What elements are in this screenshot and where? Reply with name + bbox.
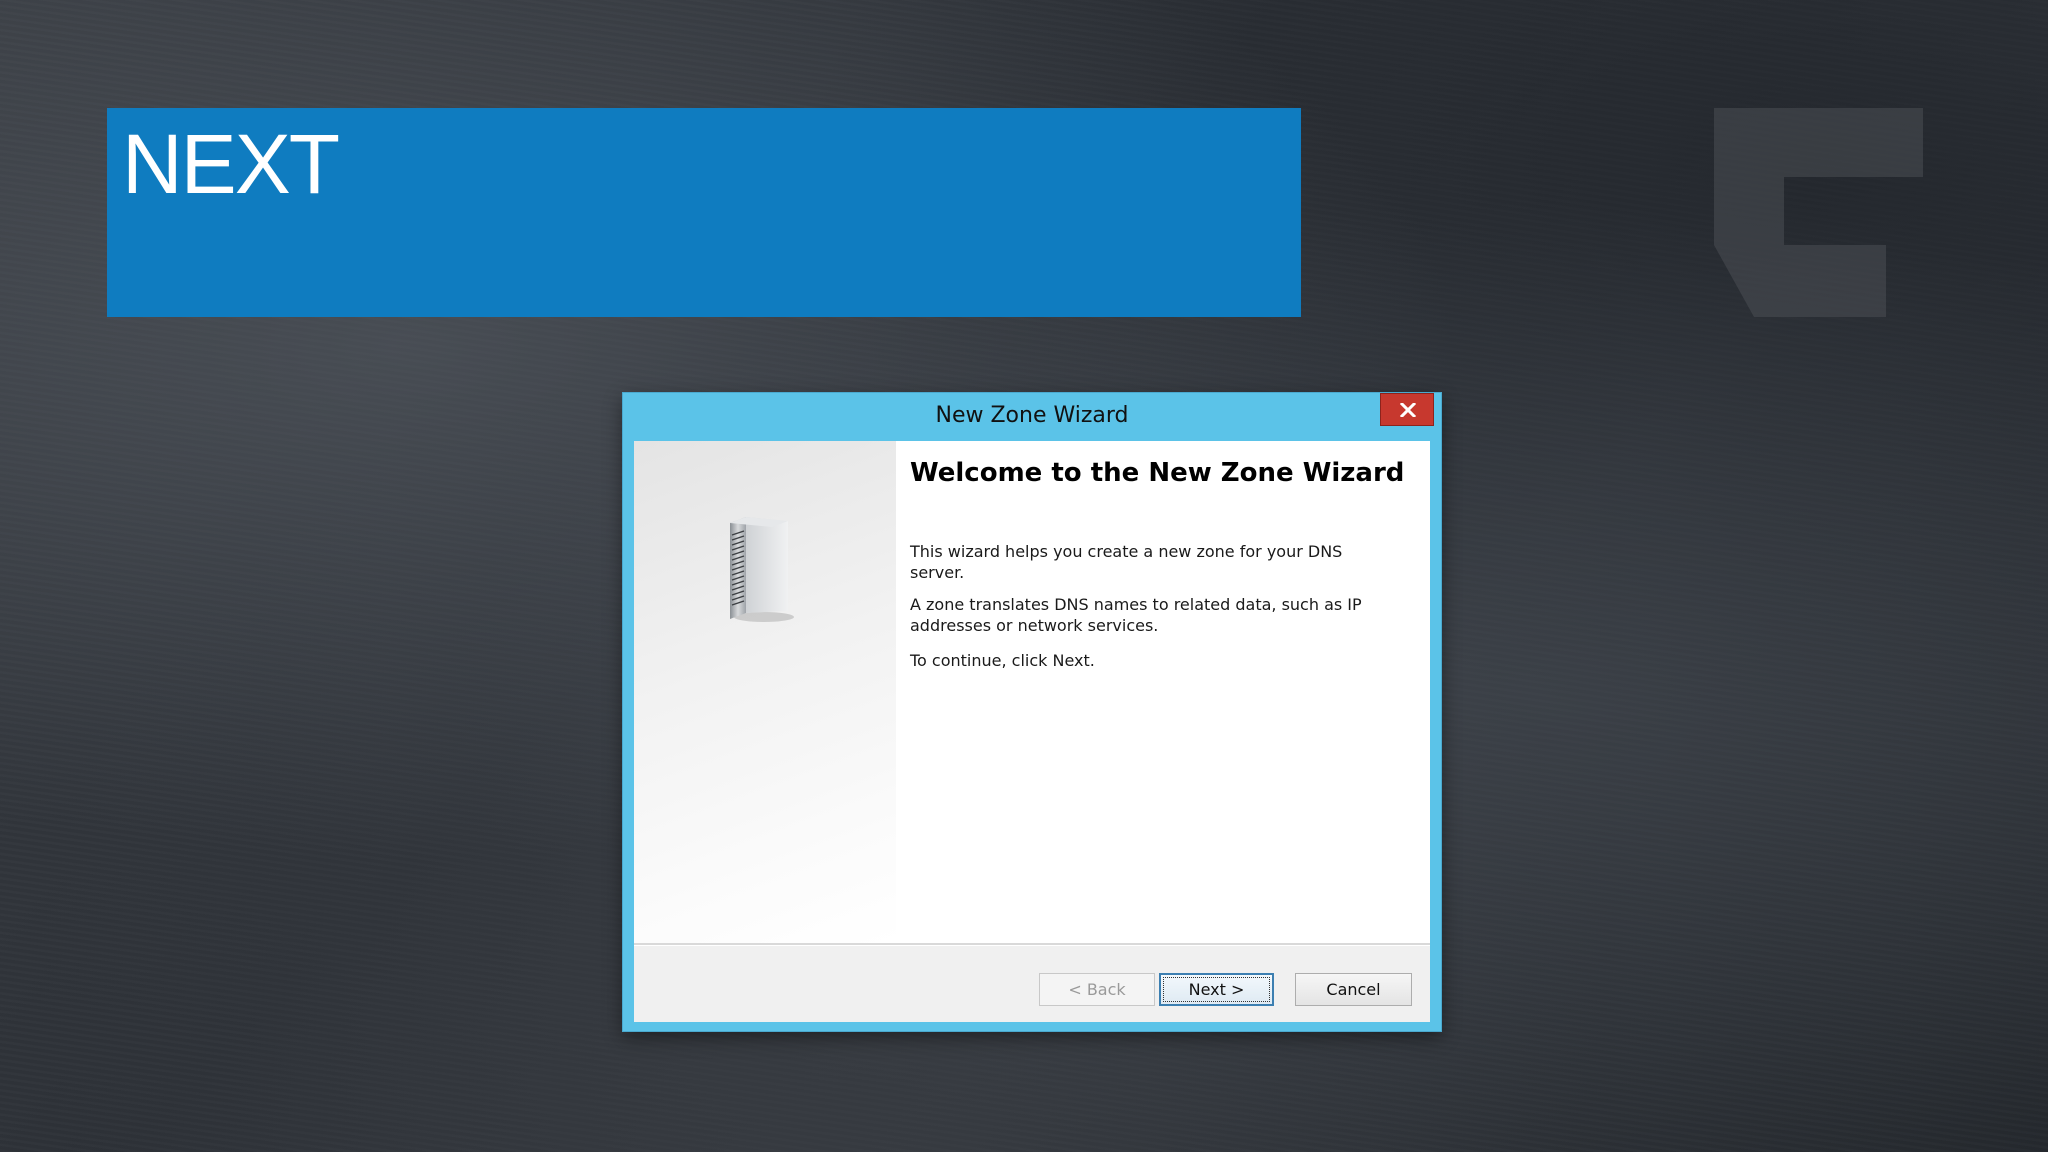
next-button[interactable]: Next > <box>1159 973 1274 1006</box>
wizard-continue-hint: To continue, click Next. <box>910 651 1095 670</box>
cancel-button[interactable]: Cancel <box>1295 973 1412 1006</box>
close-button[interactable] <box>1380 393 1434 426</box>
window-title: New Zone Wizard <box>935 403 1129 428</box>
wizard-side-panel <box>634 441 896 943</box>
watermark-logo-icon <box>1714 108 1923 317</box>
slide-title-banner: NEXT <box>107 108 1301 317</box>
close-icon <box>1400 403 1416 417</box>
new-zone-wizard-window: New Zone Wizard Welcome to the New Zone … <box>623 393 1441 1031</box>
wizard-button-bar: < Back Next > Cancel <box>634 946 1430 1022</box>
server-tower-icon <box>730 517 794 622</box>
slide-title: NEXT <box>122 117 340 211</box>
window-titlebar[interactable]: New Zone Wizard <box>623 393 1441 441</box>
wizard-content: Welcome to the New Zone Wizard This wiza… <box>910 458 1410 671</box>
wizard-heading: Welcome to the New Zone Wizard <box>910 458 1405 488</box>
wizard-description-1: This wizard helps you create a new zone … <box>910 542 1343 582</box>
focus-ring <box>1163 977 1270 1002</box>
wizard-description-2: A zone translates DNS names to related d… <box>910 595 1362 635</box>
back-button[interactable]: < Back <box>1039 973 1155 1006</box>
wizard-client-area: Welcome to the New Zone Wizard This wiza… <box>634 441 1430 1022</box>
